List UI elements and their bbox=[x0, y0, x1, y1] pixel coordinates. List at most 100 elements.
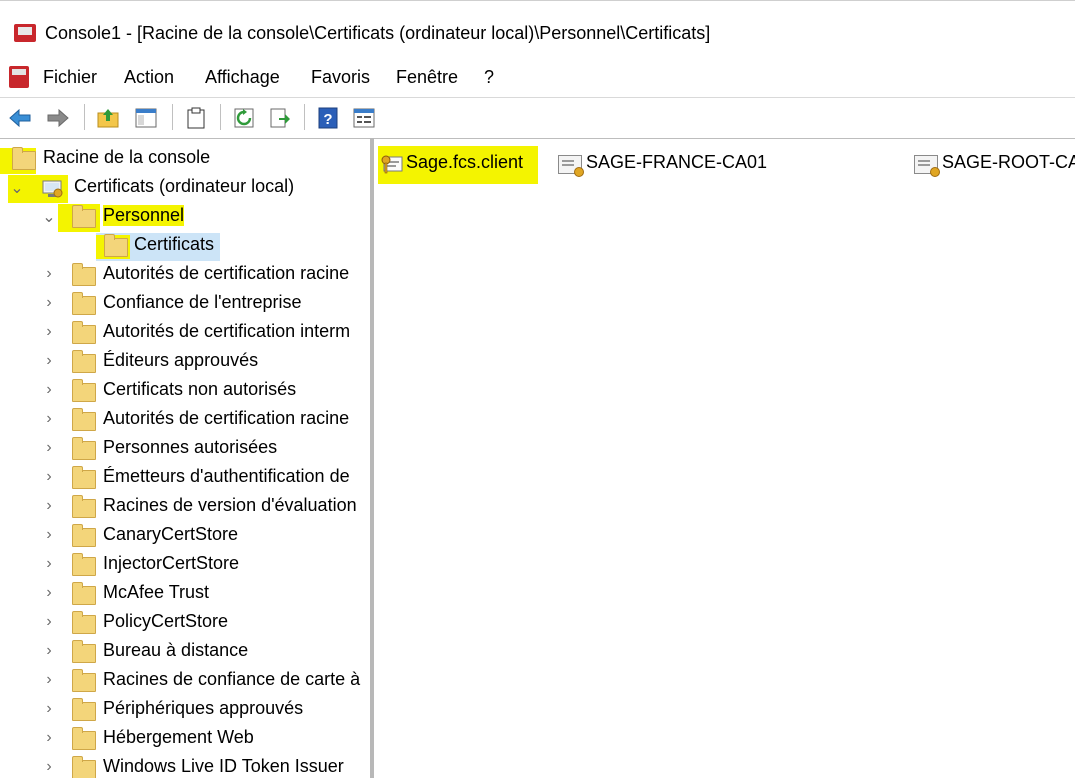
tree-item-console-root[interactable]: Racine de la console bbox=[0, 146, 360, 174]
certificate-label: SAGE-ROOT-CA bbox=[942, 152, 1075, 172]
certificate-item[interactable]: SAGE-FRANCE-CA01 bbox=[558, 150, 778, 180]
mmc-app-icon bbox=[14, 24, 36, 42]
chevron-right-icon[interactable]: › bbox=[42, 758, 56, 776]
tree-item-store[interactable]: › Windows Live ID Token Issuer bbox=[0, 755, 370, 778]
chevron-right-icon[interactable]: › bbox=[42, 323, 56, 341]
certificate-key-icon bbox=[380, 154, 404, 176]
console-tree: Racine de la console ⌄ Certificats (ordi… bbox=[0, 138, 374, 778]
menu-affichage[interactable]: Affichage bbox=[205, 67, 280, 88]
forward-arrow-icon[interactable] bbox=[46, 106, 70, 130]
tree-item-label: Certificats (ordinateur local) bbox=[74, 176, 295, 196]
menu-fenetre[interactable]: Fenêtre bbox=[396, 67, 458, 88]
back-arrow-icon[interactable] bbox=[8, 106, 32, 130]
show-hide-tree-icon[interactable] bbox=[134, 106, 158, 130]
chevron-down-icon[interactable]: ⌄ bbox=[42, 207, 56, 227]
tree-item-store[interactable]: › Éditeurs approuvés bbox=[0, 349, 370, 377]
refresh-icon[interactable] bbox=[232, 106, 256, 130]
tree-item-label: Certificats non autorisés bbox=[103, 379, 297, 399]
tree-item-label: Autorités de certification interm bbox=[103, 321, 351, 341]
chevron-right-icon[interactable]: › bbox=[42, 700, 56, 718]
folder-icon bbox=[72, 727, 96, 750]
computer-certificates-icon bbox=[40, 179, 64, 199]
tree-item-store[interactable]: › Racines de version d'évaluation bbox=[0, 494, 370, 522]
tree-item-label: Bureau à distance bbox=[103, 640, 249, 660]
tree-item-label: Windows Live ID Token Issuer bbox=[103, 756, 344, 776]
tree-item-store[interactable]: › Émetteurs d'authentification de bbox=[0, 465, 370, 493]
folder-icon bbox=[72, 698, 96, 721]
chevron-down-icon[interactable]: ⌄ bbox=[10, 178, 24, 198]
tree-item-certificats[interactable]: Certificats bbox=[0, 233, 360, 261]
folder-icon bbox=[72, 437, 96, 460]
tree-item-certificats-ordinateur-local[interactable]: ⌄ Certificats (ordinateur local) bbox=[0, 175, 360, 203]
svg-text:?: ? bbox=[323, 111, 332, 128]
properties-icon[interactable] bbox=[352, 106, 376, 130]
folder-icon bbox=[72, 408, 96, 431]
chevron-right-icon[interactable]: › bbox=[42, 265, 56, 283]
tree-item-label: Racine de la console bbox=[43, 147, 211, 167]
tree-item-store[interactable]: › Autorités de certification racine bbox=[0, 262, 370, 290]
folder-icon bbox=[72, 350, 96, 373]
chevron-right-icon[interactable]: › bbox=[42, 729, 56, 747]
chevron-right-icon[interactable]: › bbox=[42, 294, 56, 312]
tree-item-label: Racines de version d'évaluation bbox=[103, 495, 357, 515]
chevron-right-icon[interactable]: › bbox=[42, 497, 56, 515]
tree-item-store[interactable]: › McAfee Trust bbox=[0, 581, 370, 609]
folder-icon bbox=[72, 321, 96, 344]
tree-item-label: Périphériques approuvés bbox=[103, 698, 304, 718]
tree-item-store[interactable]: › CanaryCertStore bbox=[0, 523, 370, 551]
tree-item-store[interactable]: › PolicyCertStore bbox=[0, 610, 370, 638]
chevron-right-icon[interactable]: › bbox=[42, 468, 56, 486]
certificate-icon bbox=[558, 155, 584, 177]
chevron-right-icon[interactable]: › bbox=[42, 439, 56, 457]
menu-favoris[interactable]: Favoris bbox=[311, 67, 370, 88]
up-folder-icon[interactable] bbox=[96, 106, 120, 130]
certificate-label: Sage.fcs.client bbox=[406, 152, 524, 172]
tree-item-label: Confiance de l'entreprise bbox=[103, 292, 302, 312]
tree-item-store[interactable]: › Racines de confiance de carte à bbox=[0, 668, 370, 696]
system-menu-icon[interactable] bbox=[9, 66, 29, 88]
tree-item-store[interactable]: › Autorités de certification interm bbox=[0, 320, 370, 348]
certificate-item[interactable]: Sage.fcs.client bbox=[378, 146, 538, 184]
chevron-right-icon[interactable]: › bbox=[42, 555, 56, 573]
tree-item-label: Émetteurs d'authentification de bbox=[103, 466, 350, 486]
tree-item-store[interactable]: › Bureau à distance bbox=[0, 639, 370, 667]
folder-icon bbox=[72, 582, 96, 605]
tree-item-store[interactable]: › Autorités de certification racine bbox=[0, 407, 370, 435]
chevron-right-icon[interactable]: › bbox=[42, 410, 56, 428]
tree-item-label: McAfee Trust bbox=[103, 582, 210, 602]
menu-fichier[interactable]: Fichier bbox=[43, 67, 97, 88]
menu-bar: Fichier Action Affichage Favoris Fenêtre… bbox=[0, 62, 1075, 94]
export-list-icon[interactable] bbox=[268, 106, 292, 130]
help-icon[interactable]: ? bbox=[316, 106, 340, 130]
chevron-right-icon[interactable]: › bbox=[42, 352, 56, 370]
tree-item-label: Autorités de certification racine bbox=[103, 408, 350, 428]
tree-item-label: Éditeurs approuvés bbox=[103, 350, 259, 370]
tree-item-store[interactable]: › Hébergement Web bbox=[0, 726, 370, 754]
tree-item-label: PolicyCertStore bbox=[103, 611, 229, 631]
tree-item-store[interactable]: › Certificats non autorisés bbox=[0, 378, 370, 406]
chevron-right-icon[interactable]: › bbox=[42, 642, 56, 660]
chevron-right-icon[interactable]: › bbox=[42, 671, 56, 689]
chevron-right-icon[interactable]: › bbox=[42, 613, 56, 631]
menu-help[interactable]: ? bbox=[484, 67, 494, 88]
chevron-right-icon[interactable]: › bbox=[42, 526, 56, 544]
tree-item-store[interactable]: › Personnes autorisées bbox=[0, 436, 370, 464]
chevron-right-icon[interactable]: › bbox=[42, 381, 56, 399]
tree-item-personnel[interactable]: ⌄ Personnel bbox=[0, 204, 360, 232]
tree-item-label: Autorités de certification racine bbox=[103, 263, 350, 283]
tree-item-label: CanaryCertStore bbox=[103, 524, 239, 544]
tree-item-store[interactable]: › Périphériques approuvés bbox=[0, 697, 370, 725]
certificate-label: SAGE-FRANCE-CA01 bbox=[586, 152, 768, 172]
clipboard-icon[interactable] bbox=[184, 106, 208, 130]
tree-item-store[interactable]: › InjectorCertStore bbox=[0, 552, 370, 580]
menu-action[interactable]: Action bbox=[124, 67, 174, 88]
tree-item-label: InjectorCertStore bbox=[103, 553, 240, 573]
certificate-item[interactable]: SAGE-ROOT-CA bbox=[914, 150, 1075, 180]
folder-icon bbox=[72, 495, 96, 518]
tree-item-store[interactable]: › Confiance de l'entreprise bbox=[0, 291, 370, 319]
tree-item-label: Personnes autorisées bbox=[103, 437, 278, 457]
toolbar: ? bbox=[0, 97, 1075, 139]
chevron-right-icon[interactable]: › bbox=[42, 584, 56, 602]
folder-icon bbox=[72, 466, 96, 489]
folder-icon bbox=[12, 147, 36, 170]
